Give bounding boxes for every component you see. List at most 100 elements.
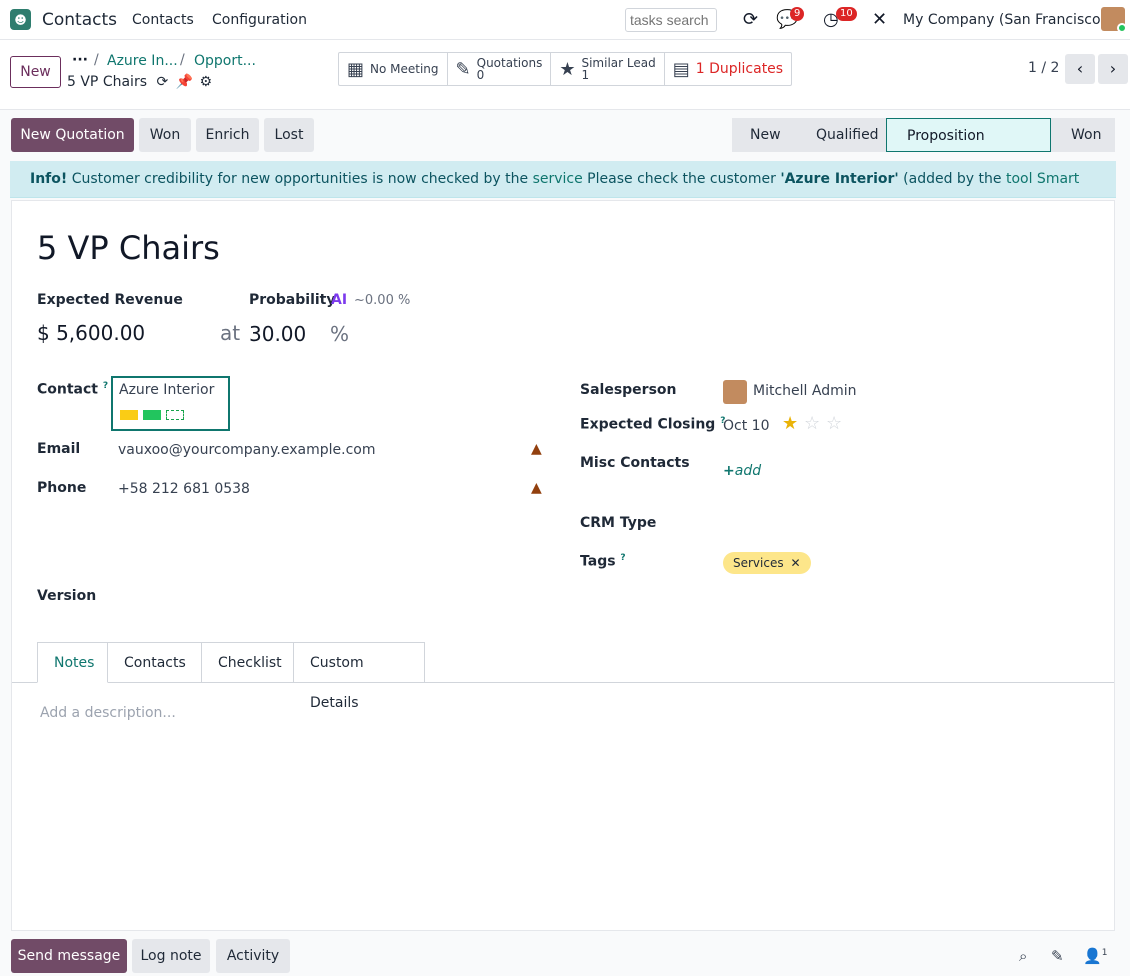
expected-revenue-input[interactable]: $ 5,600.00 — [37, 321, 145, 345]
similar-lead-label: Similar Lead — [581, 56, 656, 70]
salesperson-input[interactable]: Mitchell Admin — [753, 383, 857, 399]
meeting-smart-button[interactable]: ▦ No Meeting — [339, 53, 448, 85]
contact-field[interactable]: Azure Interior — [111, 376, 230, 431]
info-label: Info! — [30, 171, 68, 187]
app-name[interactable]: Contacts — [42, 10, 117, 30]
gear-icon[interactable]: ⚙ — [200, 74, 213, 90]
paperclip-icon[interactable]: ✎ — [1051, 947, 1064, 965]
breadcrumb-azure[interactable]: Azure In... — [107, 53, 178, 69]
activity-button[interactable]: Activity — [216, 939, 290, 973]
pager-next-button[interactable]: › — [1098, 54, 1128, 84]
similar-lead-smart-button[interactable]: ★ Similar Lead 1 — [551, 53, 665, 85]
contacts-app-icon[interactable]: ☻ — [10, 9, 31, 30]
stage-proposition[interactable]: Proposition 24d — [886, 118, 1051, 178]
at-label: at — [220, 321, 241, 345]
tab-contacts[interactable]: Contacts — [108, 642, 202, 683]
probability-input[interactable]: 30.00 — [249, 322, 306, 346]
chatter-bar: Send message Log note Activity ⌕ ✎ 👤1 — [0, 935, 1130, 976]
calendar-icon: ▦ — [347, 58, 365, 80]
new-record-button[interactable]: New — [10, 56, 61, 88]
similar-lead-count: 1 — [581, 68, 590, 82]
log-note-button[interactable]: Log note — [132, 939, 210, 973]
debug-tools-icon[interactable]: ✕ — [872, 9, 887, 30]
help-icon[interactable]: ? — [103, 381, 108, 391]
tab-notes[interactable]: Notes — [37, 642, 108, 683]
help-icon[interactable]: ? — [620, 553, 625, 563]
stage-qualified[interactable]: Qualified — [796, 118, 886, 152]
breadcrumb-current: 5 VP Chairs ⟳ 📌 ⚙ — [67, 74, 212, 90]
priority-star-2[interactable]: ☆ — [804, 413, 820, 434]
description-editor[interactable]: Add a description... — [40, 705, 176, 721]
lost-button[interactable]: Lost — [264, 118, 314, 152]
star-icon: ★ — [559, 58, 576, 80]
tab-checklist[interactable]: Checklist — [202, 642, 294, 683]
phone-label: Phone — [37, 480, 87, 496]
duplicates-label: 1 Duplicates — [695, 61, 784, 77]
duplicates-smart-button[interactable]: ▤ 1 Duplicates — [665, 53, 791, 85]
priority-star-1[interactable]: ★ — [782, 413, 798, 434]
won-button[interactable]: Won — [139, 118, 191, 152]
email-warning-icon[interactable]: ▲ — [531, 441, 542, 457]
tab-custom-details[interactable]: Custom Details — [294, 642, 425, 711]
send-message-button[interactable]: Send message — [11, 939, 127, 973]
opportunity-title[interactable]: 5 VP Chairs — [37, 229, 220, 267]
version-label: Version — [37, 588, 97, 604]
pin-icon[interactable]: 📌 — [176, 74, 193, 90]
stage-new[interactable]: New — [732, 118, 796, 152]
breadcrumb-separator: / — [180, 52, 185, 68]
meeting-label: No Meeting — [370, 62, 439, 76]
pager-previous-button[interactable]: ‹ — [1065, 54, 1095, 84]
document-icon: ▤ — [672, 58, 690, 80]
new-quotation-button[interactable]: New Quotation — [11, 118, 134, 152]
phone-warning-icon[interactable]: ▲ — [531, 480, 542, 496]
activities-badge: 10 — [836, 7, 857, 21]
company-switcher[interactable]: My Company (San Francisco) — [903, 12, 1106, 28]
menu-configuration[interactable]: Configuration — [212, 12, 307, 28]
phone-input[interactable]: +58 212 681 0538 — [118, 481, 250, 497]
tags-label: Tags ? — [580, 553, 626, 570]
email-label: Email — [37, 441, 81, 457]
service-link[interactable]: service — [533, 171, 583, 187]
sync-icon[interactable]: ⟳ — [156, 74, 168, 90]
user-avatar[interactable] — [1101, 7, 1125, 31]
smart-buttons: ▦ No Meeting ✎ Quotations 0 ★ Similar Le… — [338, 52, 793, 86]
search-icon[interactable]: ⌕ — [1019, 947, 1027, 965]
stage-pipeline: New Qualified Proposition 24d Won — [732, 118, 1115, 178]
quotations-count: 0 — [476, 68, 485, 82]
info-text: (added by the — [898, 171, 1006, 187]
stage-won[interactable]: Won — [1051, 118, 1115, 152]
add-misc-contact-link[interactable]: +add — [723, 463, 761, 479]
voip-icon[interactable]: ⟳ — [743, 9, 758, 30]
tasks-search-input[interactable] — [625, 8, 717, 32]
info-text: Please check the customer — [582, 171, 781, 187]
pager-value[interactable]: 1 / 2 — [1028, 60, 1059, 76]
messages-badge: 9 — [790, 7, 805, 21]
probability-label: Probability — [249, 292, 336, 308]
control-panel: New ··· / Azure In... / Opport... 5 VP C… — [0, 40, 1130, 110]
edit-icon: ✎ — [455, 58, 471, 80]
add-link-text: add — [734, 463, 762, 479]
remove-tag-icon[interactable]: ✕ — [790, 556, 800, 570]
quotations-smart-button[interactable]: ✎ Quotations 0 — [448, 53, 552, 85]
expected-closing-input[interactable]: Oct 10 — [723, 418, 769, 434]
top-navbar: ☻ Contacts Contacts Configuration ⟳ 💬 9 … — [0, 0, 1130, 40]
notebook-tabs: Notes Contacts Checklist Custom Details — [37, 642, 425, 711]
breadcrumb-current-label: 5 VP Chairs — [67, 74, 147, 90]
enrich-button[interactable]: Enrich — [196, 118, 259, 152]
yellow-swatch — [120, 410, 138, 420]
ai-icon[interactable]: AI — [331, 292, 347, 308]
tags-label-text: Tags — [580, 553, 616, 570]
priority-star-3[interactable]: ☆ — [826, 413, 842, 434]
contact-value: Azure Interior — [119, 382, 215, 398]
online-status-dot — [1117, 23, 1125, 31]
breadcrumb-more[interactable]: ··· — [72, 52, 88, 68]
info-text: Customer credibility for new opportuniti… — [67, 171, 533, 187]
menu-contacts[interactable]: Contacts — [132, 12, 194, 28]
form-sheet: 5 VP Chairs Expected Revenue Probability… — [11, 200, 1115, 931]
salesperson-avatar — [723, 380, 747, 404]
tag-label: Services — [733, 556, 784, 570]
email-input[interactable]: vauxoo@yourcompany.example.com — [118, 442, 375, 458]
empty-swatch — [166, 410, 184, 420]
followers-icon[interactable]: 👤1 — [1083, 947, 1107, 965]
breadcrumb-opportunities[interactable]: Opport... — [194, 53, 256, 69]
